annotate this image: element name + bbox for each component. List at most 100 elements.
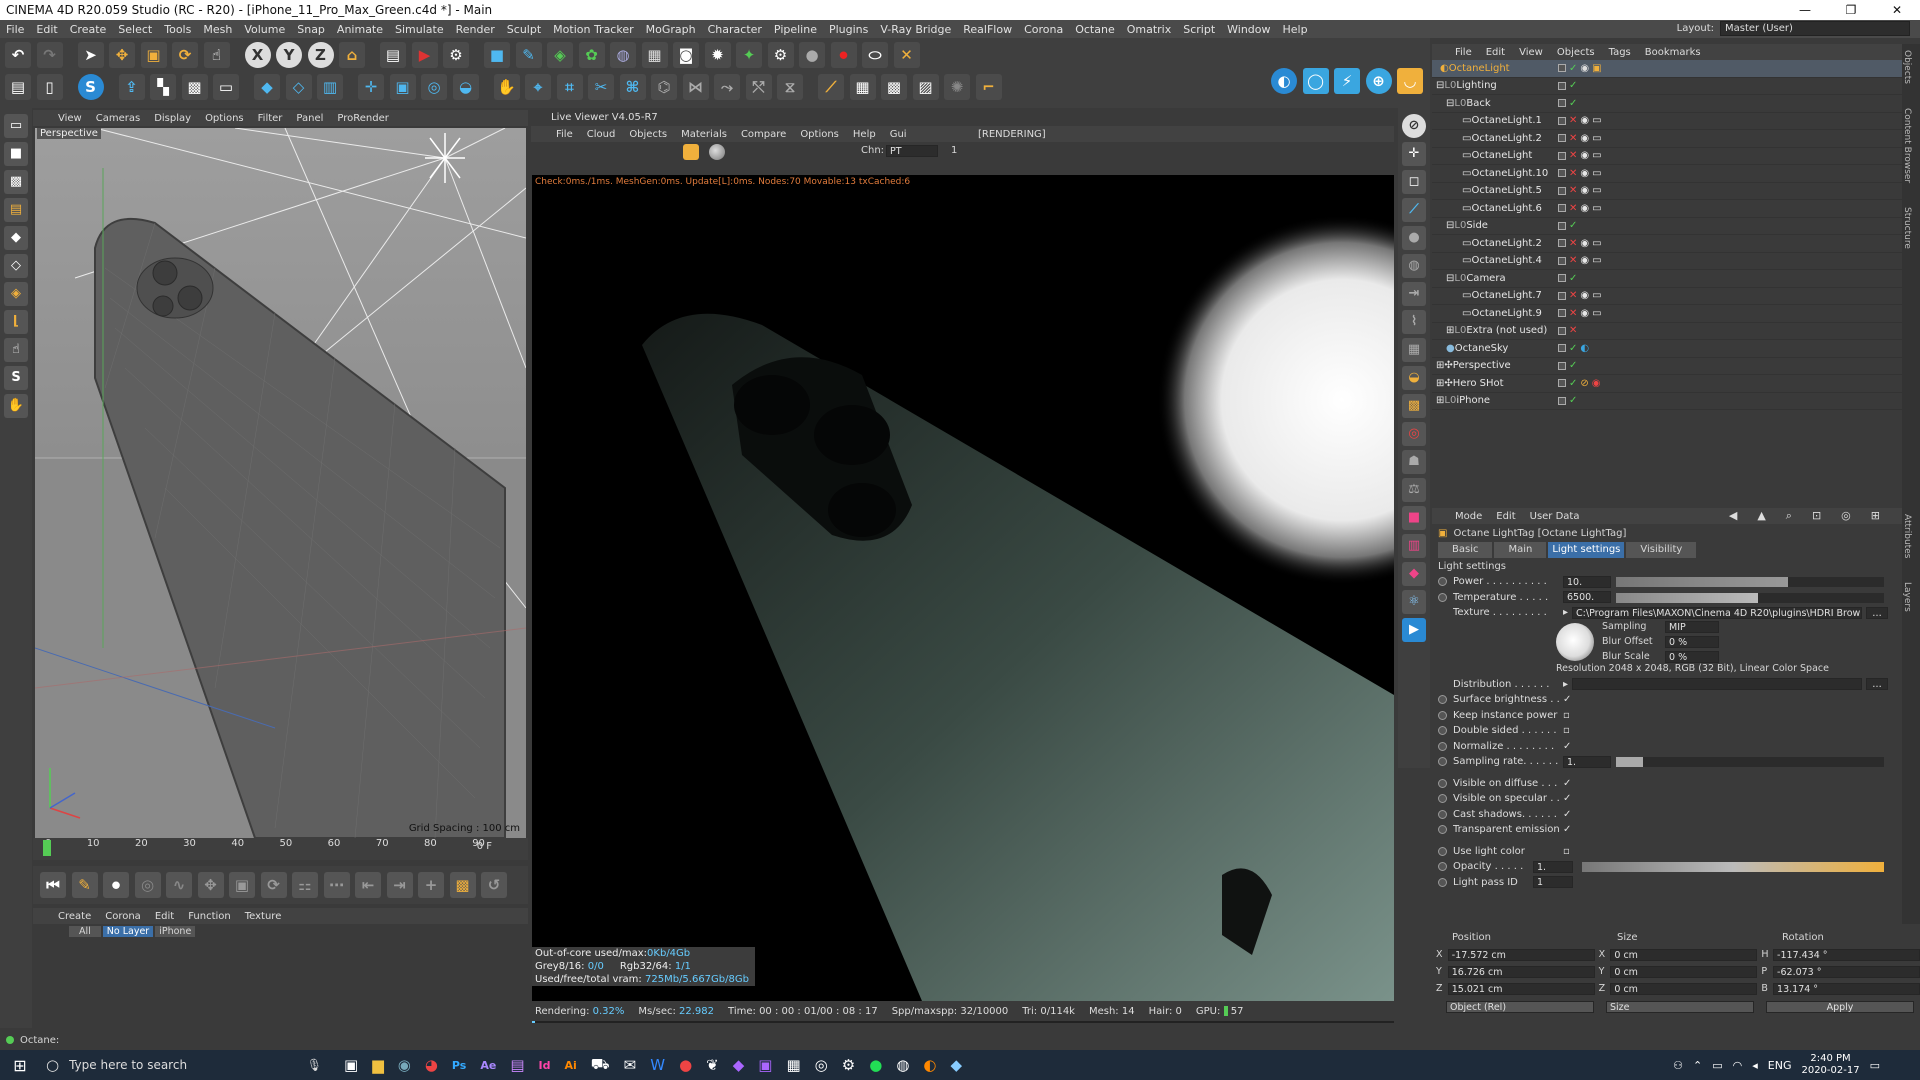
timeline-ruler[interactable]: 0 10 20 30 40 50 60 70 80 90 0 F xyxy=(33,838,528,860)
render-canvas[interactable]: Check:0ms./1ms. MeshGen:0ms. Update[L]:0… xyxy=(532,175,1394,1001)
viewport-menu-panel[interactable]: Panel xyxy=(289,113,330,124)
cube-outline-icon[interactable]: ◻ xyxy=(1402,170,1426,194)
viewport-camera-label[interactable]: Perspective xyxy=(37,128,101,139)
tree-item-extra[interactable]: ⊞ L0 Extra (not used) ✕ xyxy=(1432,323,1902,340)
octane-tag-icon[interactable]: ◉ xyxy=(1580,203,1589,214)
illustrator-icon[interactable]: Ai xyxy=(564,1059,576,1072)
x-icon[interactable]: ✕ xyxy=(1569,115,1577,126)
animate-dot-icon[interactable] xyxy=(1438,577,1447,587)
material-menu-edit[interactable]: Edit xyxy=(148,911,181,922)
trash-icon[interactable]: ▥ xyxy=(317,74,343,100)
record-key-icon[interactable]: ⏺ xyxy=(103,872,129,898)
bevel-icon[interactable]: ⌗ xyxy=(556,74,583,100)
move-icon[interactable]: ✥ xyxy=(109,42,135,68)
word-icon[interactable]: W xyxy=(650,1056,665,1074)
grid-icon[interactable]: ▦ xyxy=(849,74,876,100)
after-effects-icon[interactable]: Ae xyxy=(480,1059,496,1072)
coord-mode-dropdown[interactable]: Object (Rel) xyxy=(1446,1001,1594,1013)
tree-item-octanelight-10[interactable]: ▭ OctaneLight.10 ✕ ◉ ▭ xyxy=(1432,165,1902,183)
minimize-button[interactable]: — xyxy=(1782,0,1828,20)
x-icon[interactable]: ✕ xyxy=(1569,185,1577,196)
octane-tag-icon[interactable]: ◉ xyxy=(1580,185,1589,196)
move-key-icon[interactable]: ✥ xyxy=(197,872,224,898)
language-indicator[interactable]: ENG xyxy=(1768,1059,1792,1072)
extrude-icon[interactable]: ⌖ xyxy=(525,74,551,100)
side-tab-attributes[interactable]: Attributes xyxy=(1902,514,1912,558)
select-arrow-icon[interactable]: ➤ xyxy=(77,42,104,68)
atom-tool-icon[interactable]: ⚛ xyxy=(1402,590,1426,614)
tree-item-octanelight-2[interactable]: ▭ OctaneLight.2 ✕ ◉ ▭ xyxy=(1432,130,1902,148)
light-tag-icon[interactable]: ▭ xyxy=(1592,238,1601,249)
light-tag-icon[interactable]: ▭ xyxy=(1592,290,1601,301)
file-explorer-icon[interactable]: ▆ xyxy=(372,1056,384,1074)
keyframe-icon[interactable]: ▚ xyxy=(150,74,176,100)
visibility-icon[interactable] xyxy=(1558,221,1566,230)
apply-button[interactable]: Apply xyxy=(1766,1001,1914,1013)
tree-item-octanelight-4[interactable]: ▭ OctaneLight.4 ✕ ◉ ▭ xyxy=(1432,253,1902,270)
visibility-icon[interactable] xyxy=(1558,204,1566,213)
timeline-film-icon[interactable]: ▩ xyxy=(449,872,476,898)
mail-icon[interactable]: ✉ xyxy=(624,1056,637,1074)
om-menu-tags[interactable]: Tags xyxy=(1602,47,1638,58)
octane-tag-icon[interactable]: ◉ xyxy=(1580,308,1589,319)
attr-menu-edit[interactable]: Edit xyxy=(1489,511,1522,522)
menu-realflow[interactable]: RealFlow xyxy=(957,23,1018,36)
cast-shadows-checkbox[interactable]: ✓ xyxy=(1563,809,1571,820)
corner-icon[interactable]: ⌐ xyxy=(975,74,1002,100)
normalize-checkbox[interactable]: ✓ xyxy=(1563,741,1571,752)
animate-dot-icon[interactable] xyxy=(1438,862,1447,872)
menu-omatrix[interactable]: Omatrix xyxy=(1121,23,1178,36)
menu-sculpt[interactable]: Sculpt xyxy=(501,23,547,36)
mirror-icon[interactable]: ⧖ xyxy=(777,74,803,100)
notifications-icon[interactable]: ▭ xyxy=(1870,1059,1880,1072)
document-icon[interactable]: ▯ xyxy=(36,74,63,100)
layout-dropdown[interactable]: Master (User) xyxy=(1720,21,1910,36)
menu-motion-tracker[interactable]: Motion Tracker xyxy=(547,23,639,36)
menu-select[interactable]: Select xyxy=(112,23,158,36)
viewport-menu-view[interactable]: View xyxy=(51,113,89,124)
magnet-icon[interactable]: ◒ xyxy=(452,74,479,100)
visibility-icon[interactable] xyxy=(1558,379,1566,388)
key-icon[interactable]: ✎ xyxy=(71,872,98,898)
globe-tool-icon[interactable]: ◍ xyxy=(1402,254,1426,278)
tree-item-octanelight-7[interactable]: ▭ OctaneLight.7 ✕ ◉ ▭ xyxy=(1432,288,1902,305)
visibility-icon[interactable] xyxy=(1558,99,1566,108)
model-mode-icon[interactable]: ■ xyxy=(4,142,28,166)
app-purple-icon[interactable]: ◆ xyxy=(733,1056,745,1074)
lv-menu-gui[interactable]: Gui xyxy=(883,129,914,140)
loop-icon[interactable]: ↺ xyxy=(481,872,507,898)
filter-iphone[interactable]: iPhone xyxy=(155,926,196,937)
spline-pen-icon[interactable]: ✎ xyxy=(515,42,542,68)
brush-tool-icon[interactable]: ⟋ xyxy=(1402,198,1426,222)
app-feather-icon[interactable]: ❦ xyxy=(706,1056,719,1074)
position-x-input[interactable]: -17.572 cm xyxy=(1447,948,1595,961)
texture-icon[interactable]: ▣ xyxy=(389,74,416,100)
windows-start-icon[interactable]: ⊞ xyxy=(0,1056,40,1075)
lv-menu-options[interactable]: Options xyxy=(793,129,846,140)
light-tag-icon[interactable]: ▭ xyxy=(1592,308,1601,319)
visibility-icon[interactable] xyxy=(1558,396,1566,405)
scale-key-icon[interactable]: ▣ xyxy=(229,872,255,898)
check-icon[interactable]: ✓ xyxy=(1569,360,1577,371)
menu-octane[interactable]: Octane xyxy=(1069,23,1121,36)
cloner-icon[interactable]: ✿ xyxy=(578,42,605,68)
check-icon[interactable]: ✓ xyxy=(1569,378,1577,389)
check-icon[interactable]: ✓ xyxy=(1569,220,1577,231)
knife-icon[interactable]: ✂ xyxy=(588,74,614,100)
lv-menu-materials[interactable]: Materials xyxy=(674,129,734,140)
grid-tool-icon[interactable]: ▩ xyxy=(1402,394,1426,418)
bend-tool-icon[interactable]: ⌇ xyxy=(1402,310,1426,334)
render-view-icon[interactable]: ▤ xyxy=(380,42,406,68)
tab-basic[interactable]: Basic xyxy=(1438,542,1493,558)
fcurve-icon[interactable]: ∿ xyxy=(166,872,192,898)
visibility-icon[interactable] xyxy=(1558,256,1566,265)
side-tab-layers[interactable]: Layers xyxy=(1902,582,1912,612)
viewport-menu-filter[interactable]: Filter xyxy=(251,113,290,124)
points-mode-icon[interactable]: ◆ xyxy=(4,226,28,250)
lock-icon[interactable] xyxy=(683,144,699,160)
iron-icon[interactable]: ⤲ xyxy=(745,74,772,100)
visibility-icon[interactable] xyxy=(1558,291,1566,300)
tree-item-octanelight-5[interactable]: ▭ OctaneLight.5 ✕ ◉ ▭ xyxy=(1432,183,1902,200)
make-editable-icon[interactable]: ▭ xyxy=(4,114,28,138)
octane-tag-icon[interactable]: ◉ xyxy=(1580,238,1589,249)
